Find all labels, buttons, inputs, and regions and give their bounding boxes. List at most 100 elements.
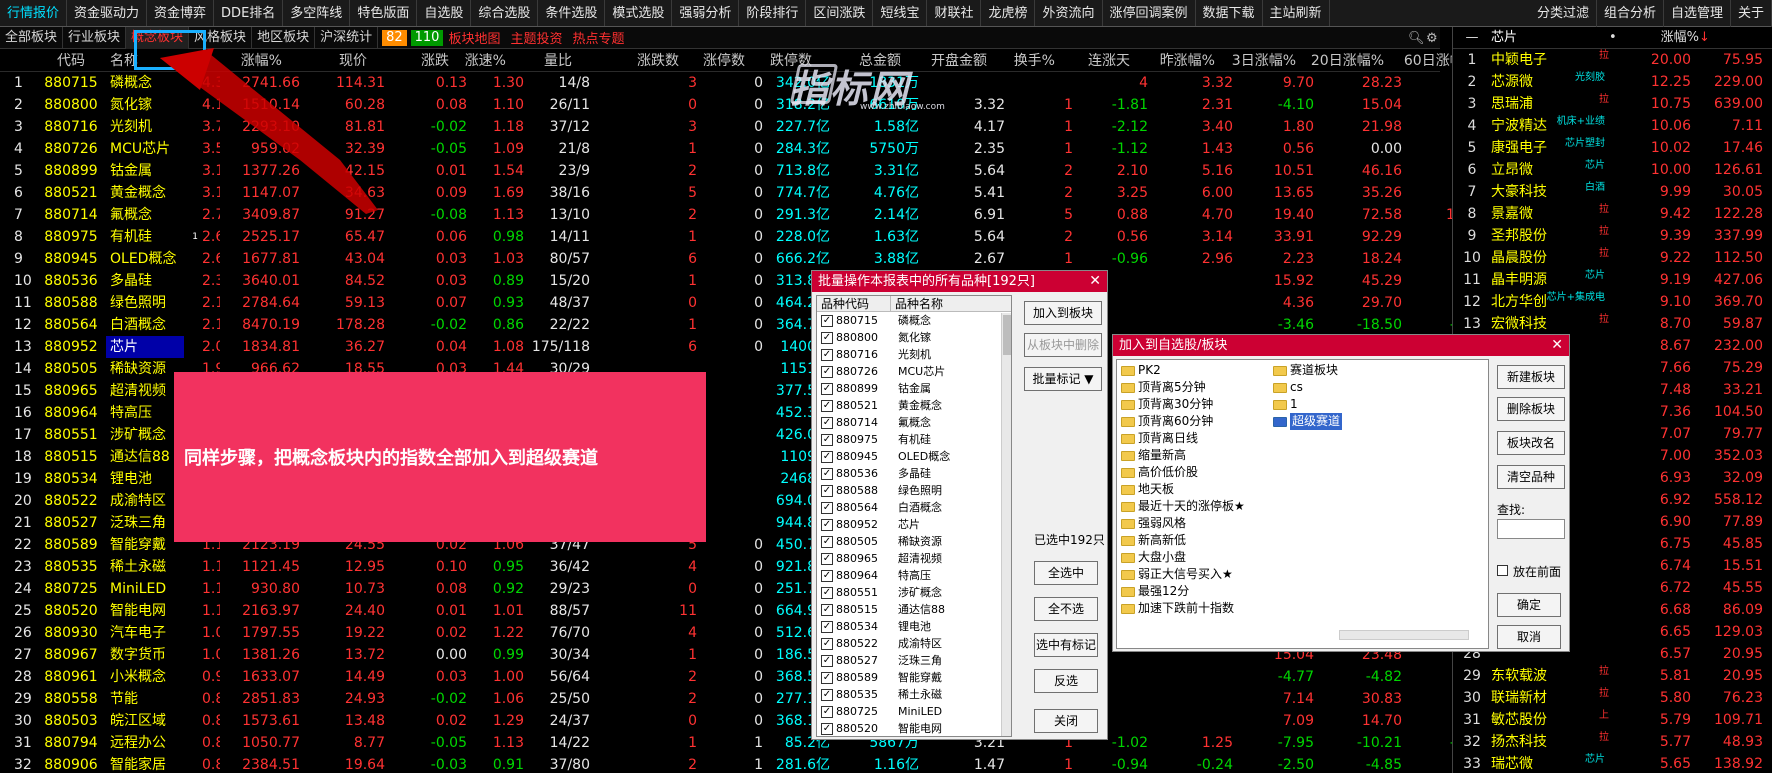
item-checkbox[interactable]: ✓: [821, 654, 833, 667]
col-symbol-code[interactable]: 品种代码: [817, 296, 891, 311]
symbol-list-item[interactable]: ✓ 880714 氟概念: [817, 414, 1011, 431]
close-icon[interactable]: ✕: [1089, 271, 1101, 292]
item-checkbox[interactable]: ✓: [821, 382, 833, 395]
item-checkbox[interactable]: ✓: [821, 484, 833, 497]
close-icon[interactable]: ✕: [1551, 335, 1563, 356]
symbol-list-item[interactable]: ✓ 880589 智能穿戴: [817, 669, 1011, 686]
symbol-list-item[interactable]: ✓ 880564 白酒概念: [817, 499, 1011, 516]
symbol-list-item[interactable]: ✓ 880975 有机硅: [817, 431, 1011, 448]
new-board-button[interactable]: 新建板块: [1497, 365, 1565, 389]
symbol-list-item[interactable]: ✓ 880515 通达信88: [817, 601, 1011, 618]
symbol-list-item[interactable]: ✓ 880535 稀土永磁: [817, 686, 1011, 703]
find-input[interactable]: [1497, 519, 1565, 539]
board-folder[interactable]: 新高新低: [1121, 532, 1186, 549]
symbol-list-item[interactable]: ✓ 880952 芯片: [817, 516, 1011, 533]
board-folder[interactable]: 强弱风格: [1121, 515, 1186, 532]
batch-mark-dropdown[interactable]: 批量标记 ▼: [1024, 367, 1102, 391]
board-folder[interactable]: 超级赛道: [1273, 413, 1343, 430]
symbol-list-item[interactable]: ✓ 880800 氮化镓: [817, 329, 1011, 346]
symbol-list-item[interactable]: ✓ 880588 绿色照明: [817, 482, 1011, 499]
rename-board-button[interactable]: 板块改名: [1497, 431, 1565, 455]
folder-list-scrollbar[interactable]: [1339, 630, 1469, 640]
board-folder[interactable]: 顶背离30分钟: [1121, 396, 1213, 413]
board-folder[interactable]: 加速下跌前十指数: [1121, 600, 1234, 617]
board-folder[interactable]: 赛道板块: [1273, 362, 1338, 379]
symbol-list-item[interactable]: ✓ 880536 多晶硅: [817, 465, 1011, 482]
select-all-button[interactable]: 全选中: [1034, 561, 1098, 585]
item-checkbox[interactable]: ✓: [821, 535, 833, 548]
symbol-list-item[interactable]: ✓ 880716 光刻机: [817, 346, 1011, 363]
board-folder[interactable]: 高价低价股: [1121, 464, 1198, 481]
item-checkbox[interactable]: ✓: [821, 433, 833, 446]
remove-from-board-button[interactable]: 从板块中删除: [1024, 333, 1102, 357]
item-checkbox[interactable]: ✓: [821, 552, 833, 565]
put-front-label: 放在前面: [1513, 565, 1562, 579]
board-folder[interactable]: 地天板: [1121, 481, 1174, 498]
item-checkbox[interactable]: ✓: [821, 722, 833, 735]
symbol-list-item[interactable]: ✓ 880522 成渝特区: [817, 635, 1011, 652]
board-folder[interactable]: 最强12分: [1121, 583, 1189, 600]
symbol-list-item[interactable]: ✓ 880965 超清视频: [817, 550, 1011, 567]
item-checkbox[interactable]: ✓: [821, 586, 833, 599]
item-checkbox[interactable]: ✓: [821, 603, 833, 616]
folder-icon: [1121, 586, 1135, 597]
item-name: 特高压: [898, 569, 931, 582]
symbol-list-item[interactable]: ✓ 880725 MiniLED: [817, 703, 1011, 720]
select-none-button[interactable]: 全不选: [1034, 597, 1098, 621]
symbol-list-item[interactable]: ✓ 880520 智能电网: [817, 720, 1011, 736]
item-checkbox[interactable]: ✓: [821, 399, 833, 412]
symbol-list-item[interactable]: ✓ 880899 钴金属: [817, 380, 1011, 397]
add-to-board-button[interactable]: 加入到板块: [1024, 301, 1102, 325]
symbol-list-item[interactable]: ✓ 880521 黄金概念: [817, 397, 1011, 414]
symbol-list-item[interactable]: ✓ 880964 特高压: [817, 567, 1011, 584]
board-folder[interactable]: 顶背离60分钟: [1121, 413, 1213, 430]
item-checkbox[interactable]: ✓: [821, 450, 833, 463]
board-folder[interactable]: cs: [1273, 379, 1303, 396]
symbol-list[interactable]: 品种代码 品种名称 ✓ 880715 磷概念 ✓ 880800 氮化镓 ✓ 880716 光刻机…: [816, 295, 1012, 737]
item-checkbox[interactable]: ✓: [821, 671, 833, 684]
item-checkbox[interactable]: ✓: [821, 331, 833, 344]
item-checkbox[interactable]: ✓: [821, 416, 833, 429]
col-symbol-name[interactable]: 品种名称: [891, 296, 943, 311]
board-folder-list[interactable]: PK2 顶背离5分钟 顶背离30分钟 顶背离60分钟 顶背离日线 缩量新高高价低价股 地天板…: [1116, 359, 1489, 649]
select-marked-button[interactable]: 选中有标记: [1034, 633, 1098, 657]
cancel-button[interactable]: 取消: [1497, 625, 1561, 649]
symbol-list-item[interactable]: ✓ 880534 锂电池: [817, 618, 1011, 635]
board-folder[interactable]: 最近十天的涨停板★: [1121, 498, 1245, 515]
symbol-list-item[interactable]: ✓ 880945 OLED概念: [817, 448, 1011, 465]
board-folder[interactable]: 1: [1273, 396, 1298, 413]
item-checkbox[interactable]: ✓: [821, 705, 833, 718]
item-checkbox[interactable]: ✓: [821, 620, 833, 633]
item-checkbox[interactable]: ✓: [821, 569, 833, 582]
symbol-list-item[interactable]: ✓ 880527 泛珠三角: [817, 652, 1011, 669]
item-checkbox[interactable]: ✓: [821, 688, 833, 701]
dialog-close-button[interactable]: 关闭: [1034, 709, 1098, 733]
item-checkbox[interactable]: ✓: [821, 314, 833, 327]
ok-button[interactable]: 确定: [1497, 593, 1561, 617]
board-folder[interactable]: 顶背离日线: [1121, 430, 1198, 447]
board-folder[interactable]: PK2: [1121, 362, 1161, 379]
item-checkbox[interactable]: ✓: [821, 518, 833, 531]
item-checkbox[interactable]: ✓: [821, 637, 833, 650]
item-checkbox[interactable]: ✓: [821, 467, 833, 480]
item-checkbox[interactable]: ✓: [821, 501, 833, 514]
symbol-list-item[interactable]: ✓ 880551 涉矿概念: [817, 584, 1011, 601]
invert-selection-button[interactable]: 反选: [1034, 669, 1098, 693]
symbol-list-item[interactable]: ✓ 880505 稀缺资源: [817, 533, 1011, 550]
folder-name: 缩量新高: [1138, 448, 1187, 462]
item-checkbox[interactable]: ✓: [821, 348, 833, 361]
board-folder[interactable]: 弱正大信号买入★: [1121, 566, 1233, 583]
symbol-list-item[interactable]: ✓ 880715 磷概念: [817, 312, 1011, 329]
board-folder[interactable]: 缩量新高: [1121, 447, 1186, 464]
item-checkbox[interactable]: ✓: [821, 365, 833, 378]
put-front-checkbox[interactable]: [1497, 565, 1508, 576]
item-code: 880899: [836, 382, 878, 395]
folder-name: 弱正大信号买入★: [1138, 567, 1233, 581]
delete-board-button[interactable]: 删除板块: [1497, 397, 1565, 421]
symbol-list-item[interactable]: ✓ 880726 MCU芯片: [817, 363, 1011, 380]
board-folder[interactable]: 顶背离5分钟: [1121, 379, 1206, 396]
item-name: MCU芯片: [898, 365, 946, 378]
clear-symbols-button[interactable]: 清空品种: [1497, 465, 1565, 489]
symbol-list-scrollbar[interactable]: [1001, 313, 1011, 736]
board-folder[interactable]: 大盘小盘: [1121, 549, 1186, 566]
